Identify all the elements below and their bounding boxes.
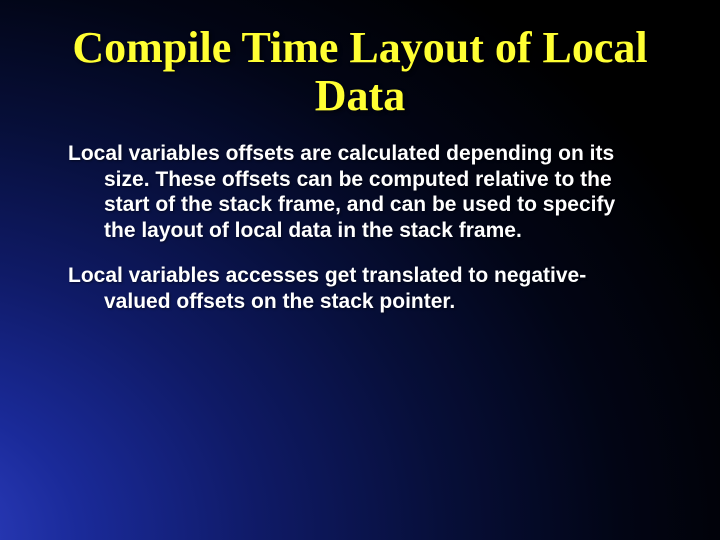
slide-paragraph-1: Local variables offsets are calculated d… xyxy=(68,141,652,243)
slide-paragraph-2: Local variables accesses get translated … xyxy=(68,263,652,314)
slide-title: Compile Time Layout of Local Data xyxy=(60,24,660,119)
slide-container: Compile Time Layout of Local Data Local … xyxy=(0,0,720,540)
